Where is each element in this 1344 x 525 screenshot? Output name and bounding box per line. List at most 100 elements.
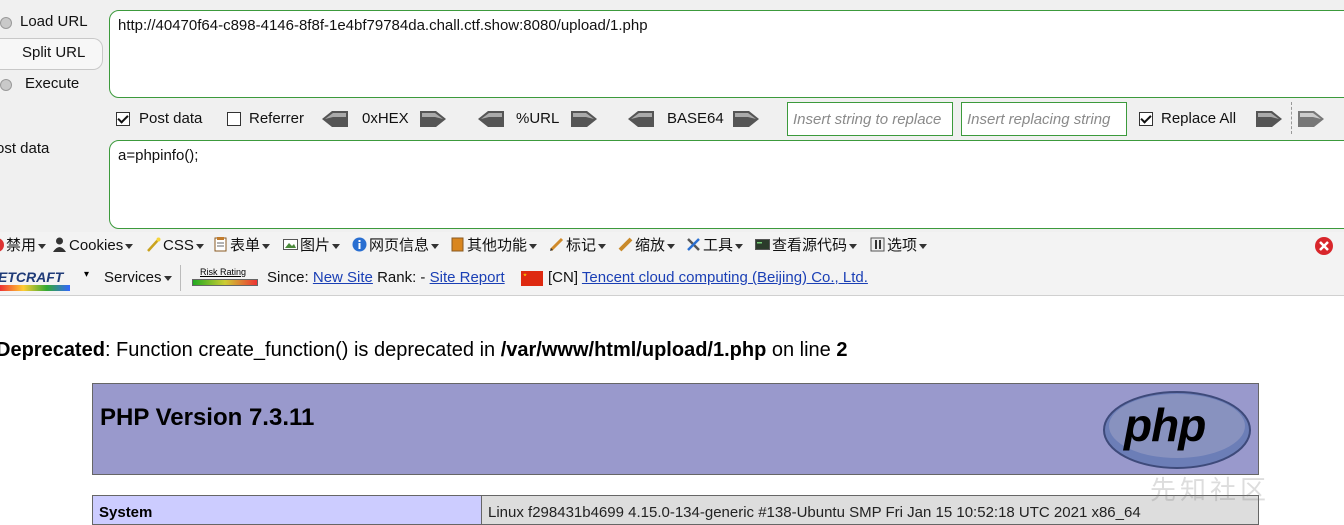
hex-label: 0xHEX	[362, 110, 409, 127]
cookies-menu[interactable]: Cookies	[52, 237, 134, 255]
netcraft-dropdown-caret[interactable]: ▾	[84, 269, 89, 280]
netcraft-logo[interactable]: ETCRAFT	[0, 269, 63, 285]
chevron-down-icon	[431, 243, 440, 249]
chevron-down-icon	[919, 243, 928, 249]
forms-label: 表单	[230, 237, 261, 254]
base64-decode-arrow-icon[interactable]	[628, 111, 654, 127]
chevron-down-icon	[598, 243, 607, 249]
options-icon	[870, 237, 885, 252]
pencil-icon	[549, 237, 564, 252]
hosting-info: [CN] Tencent cloud computing (Beijing) C…	[548, 269, 868, 287]
execute-icon	[0, 79, 12, 91]
css-menu[interactable]: CSS	[146, 237, 204, 255]
page-info-menu[interactable]: 网页信息	[352, 237, 440, 255]
deprecated-path: /var/www/html/upload/1.php	[500, 339, 767, 361]
cookies-icon	[52, 237, 67, 252]
insert-string-input[interactable]: Insert string to replace	[787, 102, 953, 136]
hex-encode-arrow-icon[interactable]	[420, 111, 446, 127]
options-divider	[1291, 102, 1293, 134]
new-site-link[interactable]: New Site	[313, 269, 373, 286]
resize-menu[interactable]: 缩放	[618, 237, 676, 255]
post-data-value: a=phpinfo();	[118, 147, 199, 164]
replace-arrow-icon[interactable]	[1256, 111, 1282, 127]
base64-encode-arrow-icon[interactable]	[733, 111, 759, 127]
resize-label: 缩放	[635, 237, 666, 254]
url-encode-arrow-icon[interactable]	[571, 111, 597, 127]
load-url-button[interactable]: Load URL	[0, 8, 88, 36]
chevron-down-icon	[163, 275, 172, 281]
post-data-checkbox[interactable]	[116, 112, 130, 126]
close-icon[interactable]	[1314, 236, 1334, 256]
view-source-menu[interactable]: 查看源代码	[755, 237, 858, 255]
replacing-string-input[interactable]: Insert replacing string	[961, 102, 1127, 136]
chevron-down-icon	[667, 243, 676, 249]
execute-button[interactable]: Execute	[0, 70, 79, 98]
hosting-link[interactable]: Tencent cloud computing (Beijing) Co., L…	[582, 269, 868, 286]
replace-all-label: Replace All	[1161, 110, 1237, 127]
replace-all-checkbox[interactable]	[1139, 112, 1153, 126]
post-data-textarea[interactable]: a=phpinfo();	[109, 140, 1344, 229]
php-logo[interactable]: php	[1102, 390, 1252, 470]
netcraft-logo-stripe	[0, 285, 70, 291]
info-icon	[352, 237, 367, 252]
terminal-icon	[755, 237, 770, 252]
misc-label: 其他功能	[467, 237, 528, 254]
chevron-down-icon	[195, 243, 204, 249]
referrer-checkbox[interactable]	[227, 112, 241, 126]
options-menu[interactable]: 选项	[870, 237, 928, 255]
images-label: 图片	[300, 237, 331, 254]
ruler-icon	[618, 237, 633, 252]
split-url-button[interactable]: Split URL	[22, 39, 85, 67]
services-label: Services	[104, 269, 162, 286]
url-decode-arrow-icon[interactable]	[478, 111, 504, 127]
tools-menu[interactable]: 工具	[686, 237, 744, 255]
rank-label: Rank: -	[377, 269, 426, 286]
misc-icon	[450, 237, 465, 252]
images-menu[interactable]: 图片	[283, 237, 341, 255]
url-textarea[interactable]: http://40470f64-c898-4146-8f8f-1e4bf7978…	[109, 10, 1344, 98]
chevron-down-icon	[849, 243, 858, 249]
hex-decode-arrow-icon[interactable]	[322, 111, 348, 127]
deprecated-on-line: on line	[766, 339, 837, 361]
risk-rating-meter[interactable]: Risk Rating	[192, 267, 258, 287]
system-value: Linux f298431b4699 4.15.0-134-generic #1…	[482, 496, 1258, 524]
load-url-label: Load URL	[20, 13, 88, 30]
load-url-icon	[0, 17, 12, 29]
services-menu[interactable]: Services	[104, 269, 172, 287]
replacing-string-placeholder: Insert replacing string	[967, 111, 1111, 128]
page-info-label: 网页信息	[369, 237, 430, 254]
china-flag-icon	[521, 271, 543, 286]
risk-rating-bar	[192, 279, 258, 286]
replace-reverse-arrow-icon[interactable]	[1298, 111, 1324, 127]
chevron-down-icon	[529, 243, 538, 249]
disable-menu[interactable]: 禁用	[0, 237, 47, 255]
deprecated-warning: Deprecated: Function create_function() i…	[0, 339, 847, 362]
site-report-link[interactable]: Site Report	[430, 269, 505, 286]
since-label: Since:	[267, 269, 309, 286]
web-developer-toolbar: 禁用 Cookies CSS 表单 图片 网页信息 其他功能 标记 缩放 工具 …	[0, 232, 1344, 261]
netcraft-logo-text: ETCRAFT	[0, 269, 64, 285]
chevron-down-icon	[262, 243, 271, 249]
disable-icon	[0, 238, 4, 252]
php-logo-text: php	[1124, 399, 1206, 451]
chevron-down-icon	[125, 243, 134, 249]
chevron-down-icon	[332, 243, 341, 249]
forms-menu[interactable]: 表单	[213, 237, 271, 255]
country-label: [CN]	[548, 269, 578, 286]
cookies-label: Cookies	[69, 237, 124, 254]
since-info: Since: New Site Rank: - Site Report	[267, 269, 505, 287]
tools-label: 工具	[703, 237, 734, 254]
deprecated-message: : Function create_function() is deprecat…	[104, 339, 501, 361]
forms-icon	[213, 237, 228, 252]
outline-menu[interactable]: 标记	[549, 237, 607, 255]
hackbar-panel: Load URL Split URL Execute http://40470f…	[0, 0, 1344, 232]
css-wand-icon	[146, 237, 161, 252]
url-value: http://40470f64-c898-4146-8f8f-1e4bf7978…	[118, 17, 648, 34]
images-icon	[283, 237, 298, 252]
misc-menu[interactable]: 其他功能	[450, 237, 538, 255]
php-version-header: PHP Version 7.3.11 php	[92, 383, 1259, 475]
netcraft-toolbar: ETCRAFT ▾ Services Risk Rating Since: Ne…	[0, 261, 1344, 296]
css-label: CSS	[163, 237, 194, 254]
post-data-option-label: Post data	[139, 110, 203, 127]
deprecated-label: Deprecated	[0, 339, 105, 361]
